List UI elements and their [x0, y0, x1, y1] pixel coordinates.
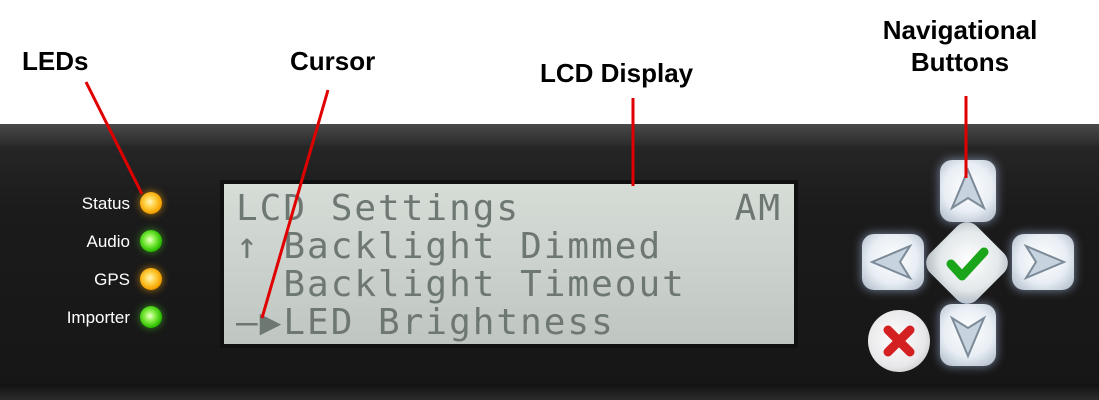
leds-callout-line [84, 81, 144, 195]
cursor-callout-line [260, 89, 330, 319]
callout-lines [84, 81, 968, 319]
